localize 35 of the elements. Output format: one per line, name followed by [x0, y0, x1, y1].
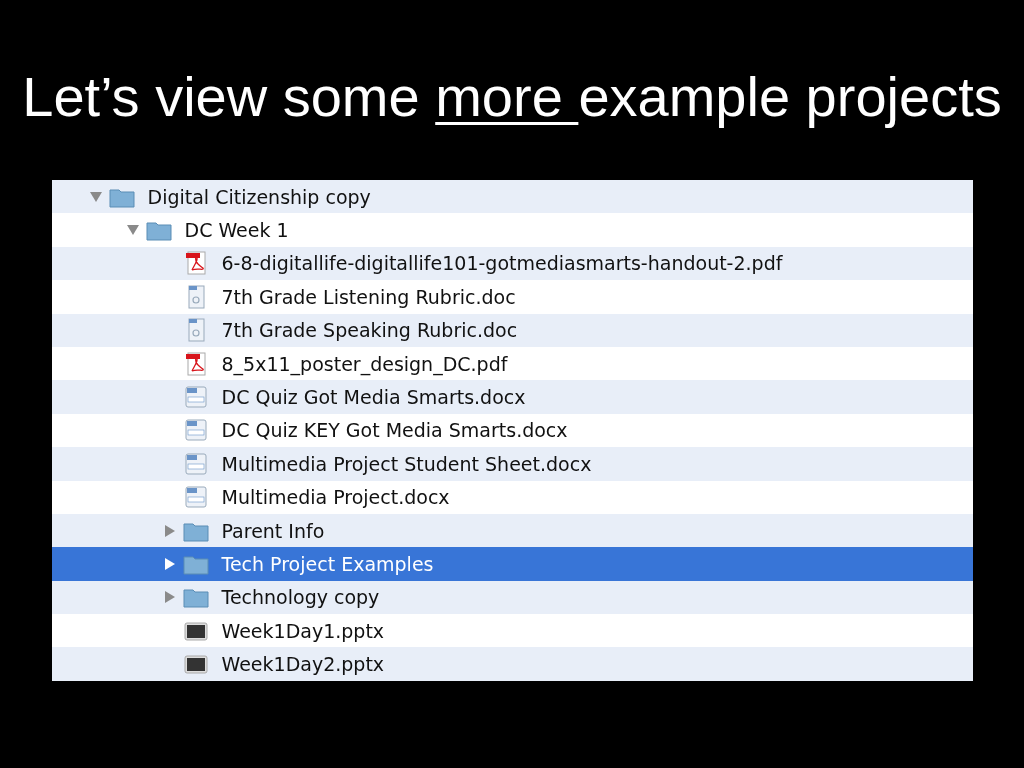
document-icon: [182, 485, 209, 510]
file-name: Digital Citizenship copy: [147, 185, 371, 208]
file-name: Week1Day1.pptx: [221, 619, 385, 642]
file-name: Week1Day2.pptx: [221, 653, 385, 676]
file-name: 7th Grade Listening Rubric.doc: [221, 285, 516, 308]
file-row[interactable]: 6-8-digitallife-digitallife101-gotmediasmarts-handout-2.pdf: [51, 246, 973, 281]
document-icon: [182, 418, 209, 443]
disclosure-triangle-icon[interactable]: [90, 190, 102, 203]
file-row[interactable]: Week1Day2.pptx: [51, 647, 973, 681]
file-name: Tech Project Examples: [221, 553, 434, 575]
document-icon: [182, 385, 209, 410]
file-row[interactable]: Digital Citizenship copy: [51, 180, 973, 214]
slide-title: Let’s view some more example projects: [22, 66, 1002, 128]
disclosure-triangle-icon[interactable]: [164, 558, 176, 570]
disclosure-triangle-icon[interactable]: [164, 524, 176, 537]
file-row[interactable]: Multimedia Project Student Sheet.docx: [51, 447, 973, 481]
file-name: DC Week 1: [184, 219, 289, 242]
file-row[interactable]: Parent Info: [51, 513, 973, 548]
file-name: 6-8-digitallife-digitallife101-gotmediasmarts-handout-2.pdf: [221, 252, 783, 275]
file-name: Multimedia Project.docx: [221, 486, 450, 509]
file-row[interactable]: Technology copy: [51, 580, 973, 615]
disclosure-triangle-icon[interactable]: [127, 224, 139, 237]
file-name: 7th Grade Speaking Rubric.doc: [221, 319, 518, 342]
file-name: 8_5x11_poster_design_DC.pdf: [221, 352, 508, 375]
file-name: DC Quiz KEY Got Media Smarts.docx: [221, 419, 568, 442]
file-row[interactable]: DC Quiz Got Media Smarts.docx: [51, 380, 973, 414]
file-name: DC Quiz Got Media Smarts.docx: [221, 386, 526, 409]
file-name: Parent Info: [221, 519, 325, 542]
slideshow-icon: [182, 652, 209, 677]
file-row[interactable]: Tech Project Examples: [51, 547, 973, 581]
file-row[interactable]: 7th Grade Speaking Rubric.doc: [51, 313, 973, 347]
file-name: Multimedia Project Student Sheet.docx: [221, 452, 592, 475]
file-name: Technology copy: [221, 586, 380, 609]
disclosure-triangle-icon[interactable]: [164, 591, 176, 604]
document-icon: [182, 451, 209, 476]
